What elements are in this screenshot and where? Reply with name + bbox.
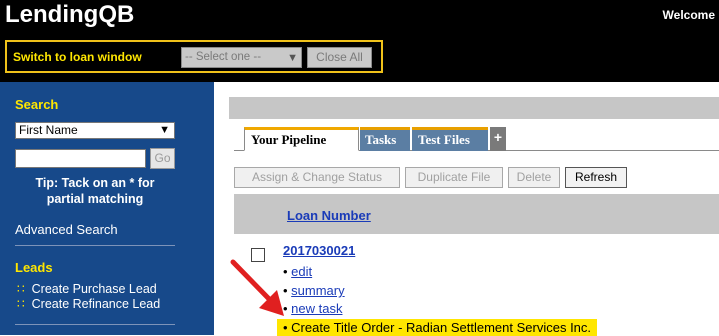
sidebar: Search First Name ▼ Go Tip: Tack on an *… [0,82,214,335]
delete-button[interactable]: Delete [508,167,560,188]
top-header: LendingQB Welcome Switch to loan window … [0,0,719,82]
edit-link[interactable]: edit [291,264,312,279]
tab-tasks[interactable]: Tasks [360,127,410,151]
loan-window-select[interactable]: -- Select one -- ▼ [181,47,302,68]
welcome-text: Welcome [662,8,715,22]
sidebar-item-label: Create Purchase Lead [31,282,157,296]
loan-number-column-header[interactable]: Loan Number [287,208,371,223]
go-button[interactable]: Go [150,148,175,169]
main-top-bar [229,97,719,119]
sidebar-item-create-refinance-lead[interactable]: ∷ Create Refinance Lead [17,297,160,311]
search-tip-line1: Tip: Tack on an * for [35,176,155,190]
create-title-order-link[interactable]: • Create Title Order - Radian Settlement… [277,319,598,336]
action-new-task: • new task [283,301,343,316]
chevron-down-icon: ▼ [287,52,298,64]
search-heading: Search [15,97,59,112]
sidebar-divider [15,245,175,246]
search-tip: Tip: Tack on an * for partial matching [15,175,175,207]
tab-test-files[interactable]: Test Files [412,127,488,151]
app-frame: LendingQB Welcome Switch to loan window … [0,0,719,336]
switch-loan-window-panel: Switch to loan window -- Select one -- ▼… [5,40,383,73]
action-edit: • edit [283,264,313,279]
loan-number-link[interactable]: 2017030021 [283,243,355,258]
summary-link[interactable]: summary [291,283,344,298]
sidebar-divider [15,324,175,325]
duplicate-file-button[interactable]: Duplicate File [405,167,503,188]
square-bullet-icon: ∷ [17,297,25,311]
search-field-select-value: First Name [19,123,78,137]
close-all-button[interactable]: Close All [307,47,372,68]
search-field-select[interactable]: First Name ▼ [15,122,175,139]
table-header-row: Loan Number [234,194,719,234]
search-input[interactable] [15,149,146,168]
sidebar-item-label: Create Refinance Lead [31,297,161,311]
layout-gutter [214,82,229,335]
main-panel: Your Pipeline Tasks Test Files + Assign … [229,82,719,336]
chevron-down-icon: ▼ [159,124,170,136]
switch-loan-window-label: Switch to loan window [13,50,142,64]
tab-your-pipeline[interactable]: Your Pipeline [244,127,359,151]
refresh-button[interactable]: Refresh [565,167,627,188]
loan-window-select-value: -- Select one -- [185,51,262,63]
action-summary: • summary [283,283,345,298]
search-tip-line2: partial matching [46,192,144,206]
assign-change-status-button[interactable]: Assign & Change Status [234,167,400,188]
new-task-link[interactable]: new task [291,301,342,316]
advanced-search-link[interactable]: Advanced Search [15,222,118,237]
square-bullet-icon: ∷ [17,282,25,296]
row-checkbox[interactable] [251,248,265,262]
add-tab-button[interactable]: + [490,127,506,151]
leads-heading: Leads [15,260,53,275]
create-title-order-label: Create Title Order - Radian Settlement S… [291,320,592,335]
app-logo: LendingQB [5,1,135,28]
sidebar-item-create-purchase-lead[interactable]: ∷ Create Purchase Lead [17,282,157,296]
